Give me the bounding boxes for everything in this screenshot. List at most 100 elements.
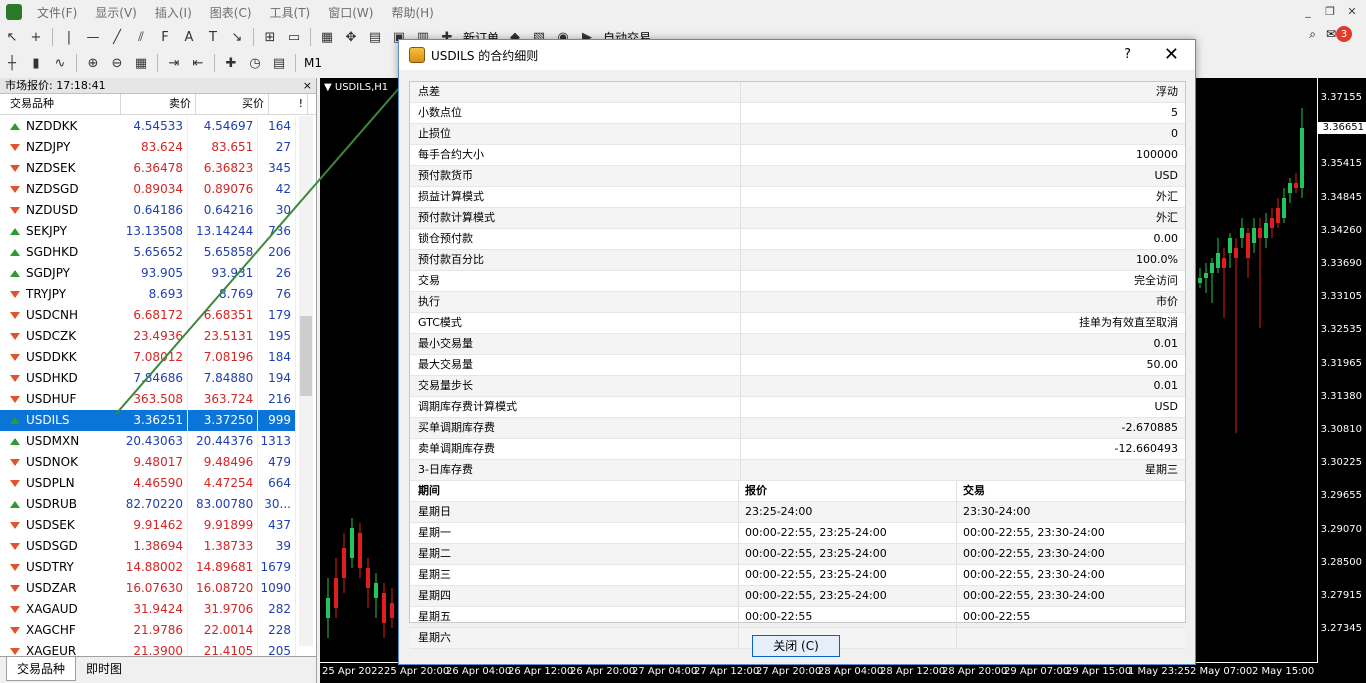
spec-key: 交易量步长 [410,376,741,396]
indicators-icon[interactable]: ✚ [220,52,242,74]
table-row[interactable]: XAGCHF 21.9786 22.0014 228 [0,620,296,641]
column-spread[interactable]: ! [269,94,308,114]
profiles-icon[interactable]: ▭ [283,26,305,48]
session-row: 星期四 00:00-22:55, 23:25-24:00 00:00-22:55, … [410,586,1185,607]
table-row[interactable]: USDPLN 4.46590 4.47254 664 [0,473,296,494]
candle-body [1300,128,1304,188]
tile-windows-icon[interactable]: ▦ [130,52,152,74]
arrow-up-icon [10,501,20,508]
bar-chart-icon[interactable]: ┼ [1,52,23,74]
close-button[interactable]: ✕ [1164,44,1179,65]
table-row[interactable]: USDCNH 6.68172 6.68351 179 [0,305,296,326]
table-row[interactable]: NZDUSD 0.64186 0.64216 30 [0,200,296,221]
column-symbol[interactable]: 交易品种 [0,94,121,114]
table-row[interactable]: USDSGD 1.38694 1.38733 39 [0,536,296,557]
symbol-cell: USDSEK [0,515,116,536]
trendline-icon[interactable]: ╱ [106,26,128,48]
menu-insert[interactable]: 插入(I) [146,4,201,21]
table-row[interactable]: NZDSEK 6.36478 6.36823 345 [0,158,296,179]
table-row[interactable]: USDHUF 363.508 363.724 216 [0,389,296,410]
table-row[interactable]: USDNOK 9.48017 9.48496 479 [0,452,296,473]
zoom-in-icon[interactable]: ⊕ [82,52,104,74]
minimize-icon[interactable]: _ [1298,3,1318,19]
chart-shift-icon[interactable]: ⇤ [187,52,209,74]
table-row[interactable]: USDSEK 9.91462 9.91899 437 [0,515,296,536]
text-icon[interactable]: A [178,26,200,48]
session-cell: 星期三 [410,565,739,585]
table-row[interactable]: USDILS 3.36251 3.37250 999 [0,410,296,431]
table-row[interactable]: USDTRY 14.88002 14.89681 1679 [0,557,296,578]
close-icon[interactable]: × [303,78,312,93]
scrollbar-thumb[interactable] [300,316,312,396]
channel-icon[interactable]: ⫽ [130,26,152,48]
search-icon[interactable]: ⌕ [1309,27,1316,42]
fibonacci-icon[interactable]: F [154,26,176,48]
menu-help[interactable]: 帮助(H) [382,4,442,21]
session-cell: 00:00-22:55, 23:25-24:00 [739,523,957,543]
zoom-out-icon[interactable]: ⊖ [106,52,128,74]
menu-window[interactable]: 窗口(W) [319,4,382,21]
arrows-icon[interactable]: ↘ [226,26,248,48]
line-chart-icon[interactable]: ∿ [49,52,71,74]
data-folder-icon[interactable]: ▤ [364,26,386,48]
menu-charts[interactable]: 图表(C) [201,4,261,21]
crosshair-icon[interactable]: + [25,26,47,48]
notification-icon[interactable]: ✉ 3 [1326,26,1352,42]
table-row[interactable]: USDHKD 7.84686 7.84880 194 [0,368,296,389]
table-row[interactable]: TRYJPY 8.693 8.769 76 [0,284,296,305]
price-tick: 3.37155 [1320,92,1362,103]
table-row[interactable]: USDRUB 82.70220 83.00780 30... [0,494,296,515]
symbol-label: SGDHKD [26,245,79,259]
menu-view[interactable]: 显示(V) [86,4,146,21]
table-row[interactable]: NZDSGD 0.89034 0.89076 42 [0,179,296,200]
vertical-line-icon[interactable]: | [58,26,80,48]
new-chart-icon[interactable]: ⊞ [259,26,281,48]
menu-tools[interactable]: 工具(T) [261,4,320,21]
spread-cell: 345 [258,158,296,179]
periods-icon[interactable]: ◷ [244,52,266,74]
table-row[interactable]: NZDJPY 83.624 83.651 27 [0,137,296,158]
table-row[interactable]: USDZAR 16.07630 16.08720 1090 [0,578,296,599]
help-button[interactable]: ? [1124,47,1131,62]
label-icon[interactable]: T [202,26,224,48]
table-row[interactable]: USDMXN 20.43063 20.44376 1313 [0,431,296,452]
market-watch-icon[interactable]: ▦ [316,26,338,48]
table-row[interactable]: SEKJPY 13.13508 13.14244 736 [0,221,296,242]
spec-key: 执行 [410,292,741,312]
right-tools: ⌕ ✉ 3 [1309,26,1352,42]
close-dialog-button[interactable]: 关闭 (C) [752,635,840,657]
time-axis[interactable]: 25 Apr 2022 25 Apr 20:00 26 Apr 04:00 26 Ap… [320,662,1318,683]
session-header-cell: 交易 [963,484,985,497]
spread-cell: 1313 [258,431,296,452]
autoscroll-icon[interactable]: ⇥ [163,52,185,74]
separator [76,54,77,72]
horizontal-line-icon[interactable]: — [82,26,104,48]
table-row[interactable]: XAGAUD 31.9424 31.9706 282 [0,599,296,620]
scrollbar[interactable] [299,116,313,646]
column-ask[interactable]: 买价 [196,94,269,114]
symbol-cell: USDTRY [0,557,116,578]
table-row[interactable]: NZDDKK 4.54533 4.54697 164 [0,116,296,137]
tab-tick-chart[interactable]: 即时图 [76,657,132,680]
tab-symbols[interactable]: 交易品种 [6,657,77,681]
session-cell: 00:00-22:55, 23:25-24:00 [739,565,957,585]
table-row[interactable]: SGDHKD 5.65652 5.65858 206 [0,242,296,263]
cursor-icon[interactable]: ↖ [1,26,23,48]
symbol-label: NZDSGD [26,182,79,196]
restore-icon[interactable]: ❐ [1320,3,1340,19]
symbol-label: SEKJPY [26,224,67,238]
column-bid[interactable]: 卖价 [121,94,196,114]
navigator-icon[interactable]: ✥ [340,26,362,48]
arrow-up-icon [10,123,20,130]
table-row[interactable]: USDCZK 23.4936 23.5131 195 [0,326,296,347]
candlestick-icon[interactable]: ▮ [25,52,47,74]
table-row[interactable]: SGDJPY 93.905 93.931 26 [0,263,296,284]
spec-key: GTC模式 [410,313,741,333]
close-icon[interactable]: ✕ [1342,3,1362,19]
table-row[interactable]: USDDKK 7.08012 7.08196 184 [0,347,296,368]
menu-file[interactable]: 文件(F) [28,4,86,21]
templates-icon[interactable]: ▤ [268,52,290,74]
price-axis[interactable]: 3.371553.360003.354153.348453.342603.336… [1317,78,1366,663]
timeframe-m1[interactable]: M1 [304,56,322,70]
symbol-label: USDTRY [26,560,74,574]
